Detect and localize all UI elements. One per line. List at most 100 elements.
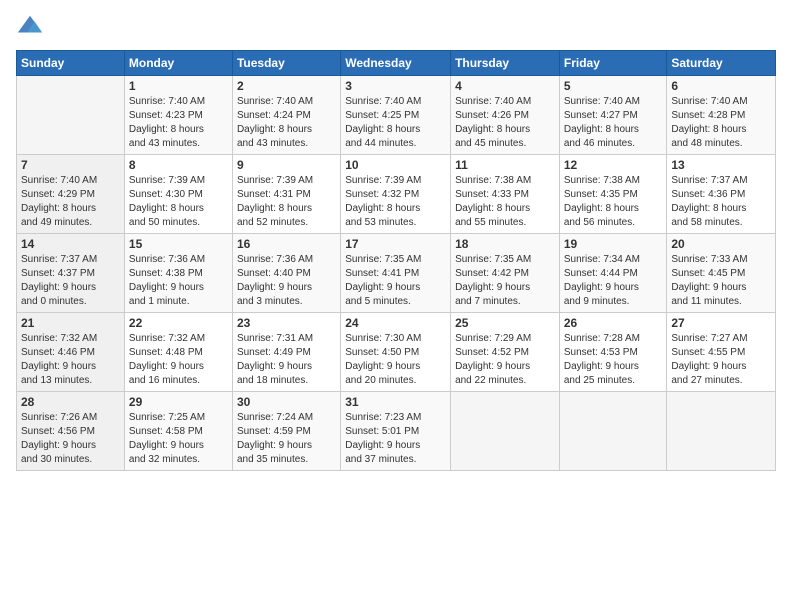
calendar-week-row: 21Sunrise: 7:32 AM Sunset: 4:46 PM Dayli…	[17, 313, 776, 392]
weekday-header-thursday: Thursday	[451, 51, 560, 76]
calendar-cell: 3 Sunrise: 7:40 AM Sunset: 4:25 PM Daylig…	[341, 76, 451, 155]
day-info: Sunrise: 7:37 AM Sunset: 4:36 PM Dayligh…	[671, 174, 771, 230]
calendar-cell	[559, 392, 667, 471]
calendar-cell: 22 Sunrise: 7:32 AM Sunset: 4:48 PM Dayli…	[124, 313, 232, 392]
day-info: Sunrise: 7:40 AM Sunset: 4:25 PM Dayligh…	[345, 95, 446, 151]
calendar-cell: 8 Sunrise: 7:39 AM Sunset: 4:30 PM Daylig…	[124, 155, 232, 234]
day-info: Sunrise: 7:32 AM Sunset: 4:48 PM Dayligh…	[129, 332, 228, 388]
calendar-cell: 24 Sunrise: 7:30 AM Sunset: 4:50 PM Dayli…	[341, 313, 451, 392]
day-info: Sunrise: 7:40 AM Sunset: 4:28 PM Dayligh…	[671, 95, 771, 151]
day-info: Sunrise: 7:29 AM Sunset: 4:52 PM Dayligh…	[455, 332, 555, 388]
weekday-header-wednesday: Wednesday	[341, 51, 451, 76]
calendar-cell	[451, 392, 560, 471]
day-info: Sunrise: 7:40 AM Sunset: 4:27 PM Dayligh…	[564, 95, 663, 151]
day-number: 31	[345, 395, 446, 409]
day-number: 21	[21, 316, 120, 330]
day-number: 14	[21, 237, 120, 251]
calendar-cell: 21Sunrise: 7:32 AM Sunset: 4:46 PM Dayli…	[17, 313, 125, 392]
day-info: Sunrise: 7:31 AM Sunset: 4:49 PM Dayligh…	[237, 332, 336, 388]
main-container: SundayMondayTuesdayWednesdayThursdayFrid…	[0, 0, 792, 612]
calendar-cell: 23 Sunrise: 7:31 AM Sunset: 4:49 PM Dayli…	[232, 313, 340, 392]
day-number: 17	[345, 237, 446, 251]
day-info: Sunrise: 7:28 AM Sunset: 4:53 PM Dayligh…	[564, 332, 663, 388]
day-info: Sunrise: 7:30 AM Sunset: 4:50 PM Dayligh…	[345, 332, 446, 388]
day-info: Sunrise: 7:36 AM Sunset: 4:38 PM Dayligh…	[129, 253, 228, 309]
day-number: 29	[129, 395, 228, 409]
day-number: 3	[345, 79, 446, 93]
day-number: 19	[564, 237, 663, 251]
calendar-cell: 27 Sunrise: 7:27 AM Sunset: 4:55 PM Dayli…	[667, 313, 776, 392]
day-number: 7	[21, 158, 120, 172]
day-info: Sunrise: 7:33 AM Sunset: 4:45 PM Dayligh…	[671, 253, 771, 309]
day-number: 23	[237, 316, 336, 330]
day-number: 30	[237, 395, 336, 409]
day-number: 20	[671, 237, 771, 251]
day-info: Sunrise: 7:39 AM Sunset: 4:32 PM Dayligh…	[345, 174, 446, 230]
day-info: Sunrise: 7:39 AM Sunset: 4:30 PM Dayligh…	[129, 174, 228, 230]
calendar-cell: 17 Sunrise: 7:35 AM Sunset: 4:41 PM Dayli…	[341, 234, 451, 313]
calendar-cell: 29 Sunrise: 7:25 AM Sunset: 4:58 PM Dayli…	[124, 392, 232, 471]
day-number: 25	[455, 316, 555, 330]
day-info: Sunrise: 7:40 AM Sunset: 4:23 PM Dayligh…	[129, 95, 228, 151]
calendar-table: SundayMondayTuesdayWednesdayThursdayFrid…	[16, 50, 776, 471]
day-info: Sunrise: 7:39 AM Sunset: 4:31 PM Dayligh…	[237, 174, 336, 230]
day-info: Sunrise: 7:40 AM Sunset: 4:24 PM Dayligh…	[237, 95, 336, 151]
day-info: Sunrise: 7:37 AM Sunset: 4:37 PM Dayligh…	[21, 253, 120, 309]
day-number: 2	[237, 79, 336, 93]
calendar-cell: 9 Sunrise: 7:39 AM Sunset: 4:31 PM Daylig…	[232, 155, 340, 234]
weekday-header-friday: Friday	[559, 51, 667, 76]
calendar-week-row: 7Sunrise: 7:40 AM Sunset: 4:29 PM Daylig…	[17, 155, 776, 234]
header	[16, 12, 776, 40]
calendar-cell: 4Sunrise: 7:40 AM Sunset: 4:26 PM Daylig…	[451, 76, 560, 155]
calendar-week-row: 14 Sunrise: 7:37 AM Sunset: 4:37 PM Dayli…	[17, 234, 776, 313]
calendar-week-row: 1Sunrise: 7:40 AM Sunset: 4:23 PM Daylig…	[17, 76, 776, 155]
logo	[16, 12, 48, 40]
day-number: 22	[129, 316, 228, 330]
day-number: 18	[455, 237, 555, 251]
calendar-cell: 7Sunrise: 7:40 AM Sunset: 4:29 PM Daylig…	[17, 155, 125, 234]
day-info: Sunrise: 7:24 AM Sunset: 4:59 PM Dayligh…	[237, 411, 336, 467]
day-info: Sunrise: 7:40 AM Sunset: 4:26 PM Dayligh…	[455, 95, 555, 151]
calendar-cell: 31Sunrise: 7:23 AM Sunset: 5:01 PM Dayli…	[341, 392, 451, 471]
day-number: 10	[345, 158, 446, 172]
day-number: 9	[237, 158, 336, 172]
day-number: 16	[237, 237, 336, 251]
day-info: Sunrise: 7:25 AM Sunset: 4:58 PM Dayligh…	[129, 411, 228, 467]
day-number: 24	[345, 316, 446, 330]
day-number: 13	[671, 158, 771, 172]
calendar-cell	[17, 76, 125, 155]
calendar-cell: 26Sunrise: 7:28 AM Sunset: 4:53 PM Dayli…	[559, 313, 667, 392]
calendar-cell: 10 Sunrise: 7:39 AM Sunset: 4:32 PM Dayli…	[341, 155, 451, 234]
calendar-cell: 11 Sunrise: 7:38 AM Sunset: 4:33 PM Dayli…	[451, 155, 560, 234]
calendar-cell: 15Sunrise: 7:36 AM Sunset: 4:38 PM Dayli…	[124, 234, 232, 313]
calendar-cell: 20 Sunrise: 7:33 AM Sunset: 4:45 PM Dayli…	[667, 234, 776, 313]
weekday-header-tuesday: Tuesday	[232, 51, 340, 76]
calendar-cell	[667, 392, 776, 471]
day-info: Sunrise: 7:34 AM Sunset: 4:44 PM Dayligh…	[564, 253, 663, 309]
day-info: Sunrise: 7:27 AM Sunset: 4:55 PM Dayligh…	[671, 332, 771, 388]
weekday-header-monday: Monday	[124, 51, 232, 76]
calendar-cell: 6 Sunrise: 7:40 AM Sunset: 4:28 PM Daylig…	[667, 76, 776, 155]
day-number: 12	[564, 158, 663, 172]
day-number: 8	[129, 158, 228, 172]
calendar-cell: 19 Sunrise: 7:34 AM Sunset: 4:44 PM Dayli…	[559, 234, 667, 313]
day-info: Sunrise: 7:36 AM Sunset: 4:40 PM Dayligh…	[237, 253, 336, 309]
day-number: 6	[671, 79, 771, 93]
logo-icon	[16, 12, 44, 40]
calendar-cell: 14 Sunrise: 7:37 AM Sunset: 4:37 PM Dayli…	[17, 234, 125, 313]
weekday-header-saturday: Saturday	[667, 51, 776, 76]
calendar-cell: 28Sunrise: 7:26 AM Sunset: 4:56 PM Dayli…	[17, 392, 125, 471]
day-info: Sunrise: 7:38 AM Sunset: 4:35 PM Dayligh…	[564, 174, 663, 230]
weekday-header-sunday: Sunday	[17, 51, 125, 76]
weekday-header-row: SundayMondayTuesdayWednesdayThursdayFrid…	[17, 51, 776, 76]
day-info: Sunrise: 7:35 AM Sunset: 4:41 PM Dayligh…	[345, 253, 446, 309]
day-number: 27	[671, 316, 771, 330]
calendar-cell: 2 Sunrise: 7:40 AM Sunset: 4:24 PM Daylig…	[232, 76, 340, 155]
day-number: 5	[564, 79, 663, 93]
day-info: Sunrise: 7:38 AM Sunset: 4:33 PM Dayligh…	[455, 174, 555, 230]
calendar-cell: 16 Sunrise: 7:36 AM Sunset: 4:40 PM Dayli…	[232, 234, 340, 313]
day-info: Sunrise: 7:35 AM Sunset: 4:42 PM Dayligh…	[455, 253, 555, 309]
calendar-cell: 1Sunrise: 7:40 AM Sunset: 4:23 PM Daylig…	[124, 76, 232, 155]
day-number: 11	[455, 158, 555, 172]
calendar-cell: 5 Sunrise: 7:40 AM Sunset: 4:27 PM Daylig…	[559, 76, 667, 155]
